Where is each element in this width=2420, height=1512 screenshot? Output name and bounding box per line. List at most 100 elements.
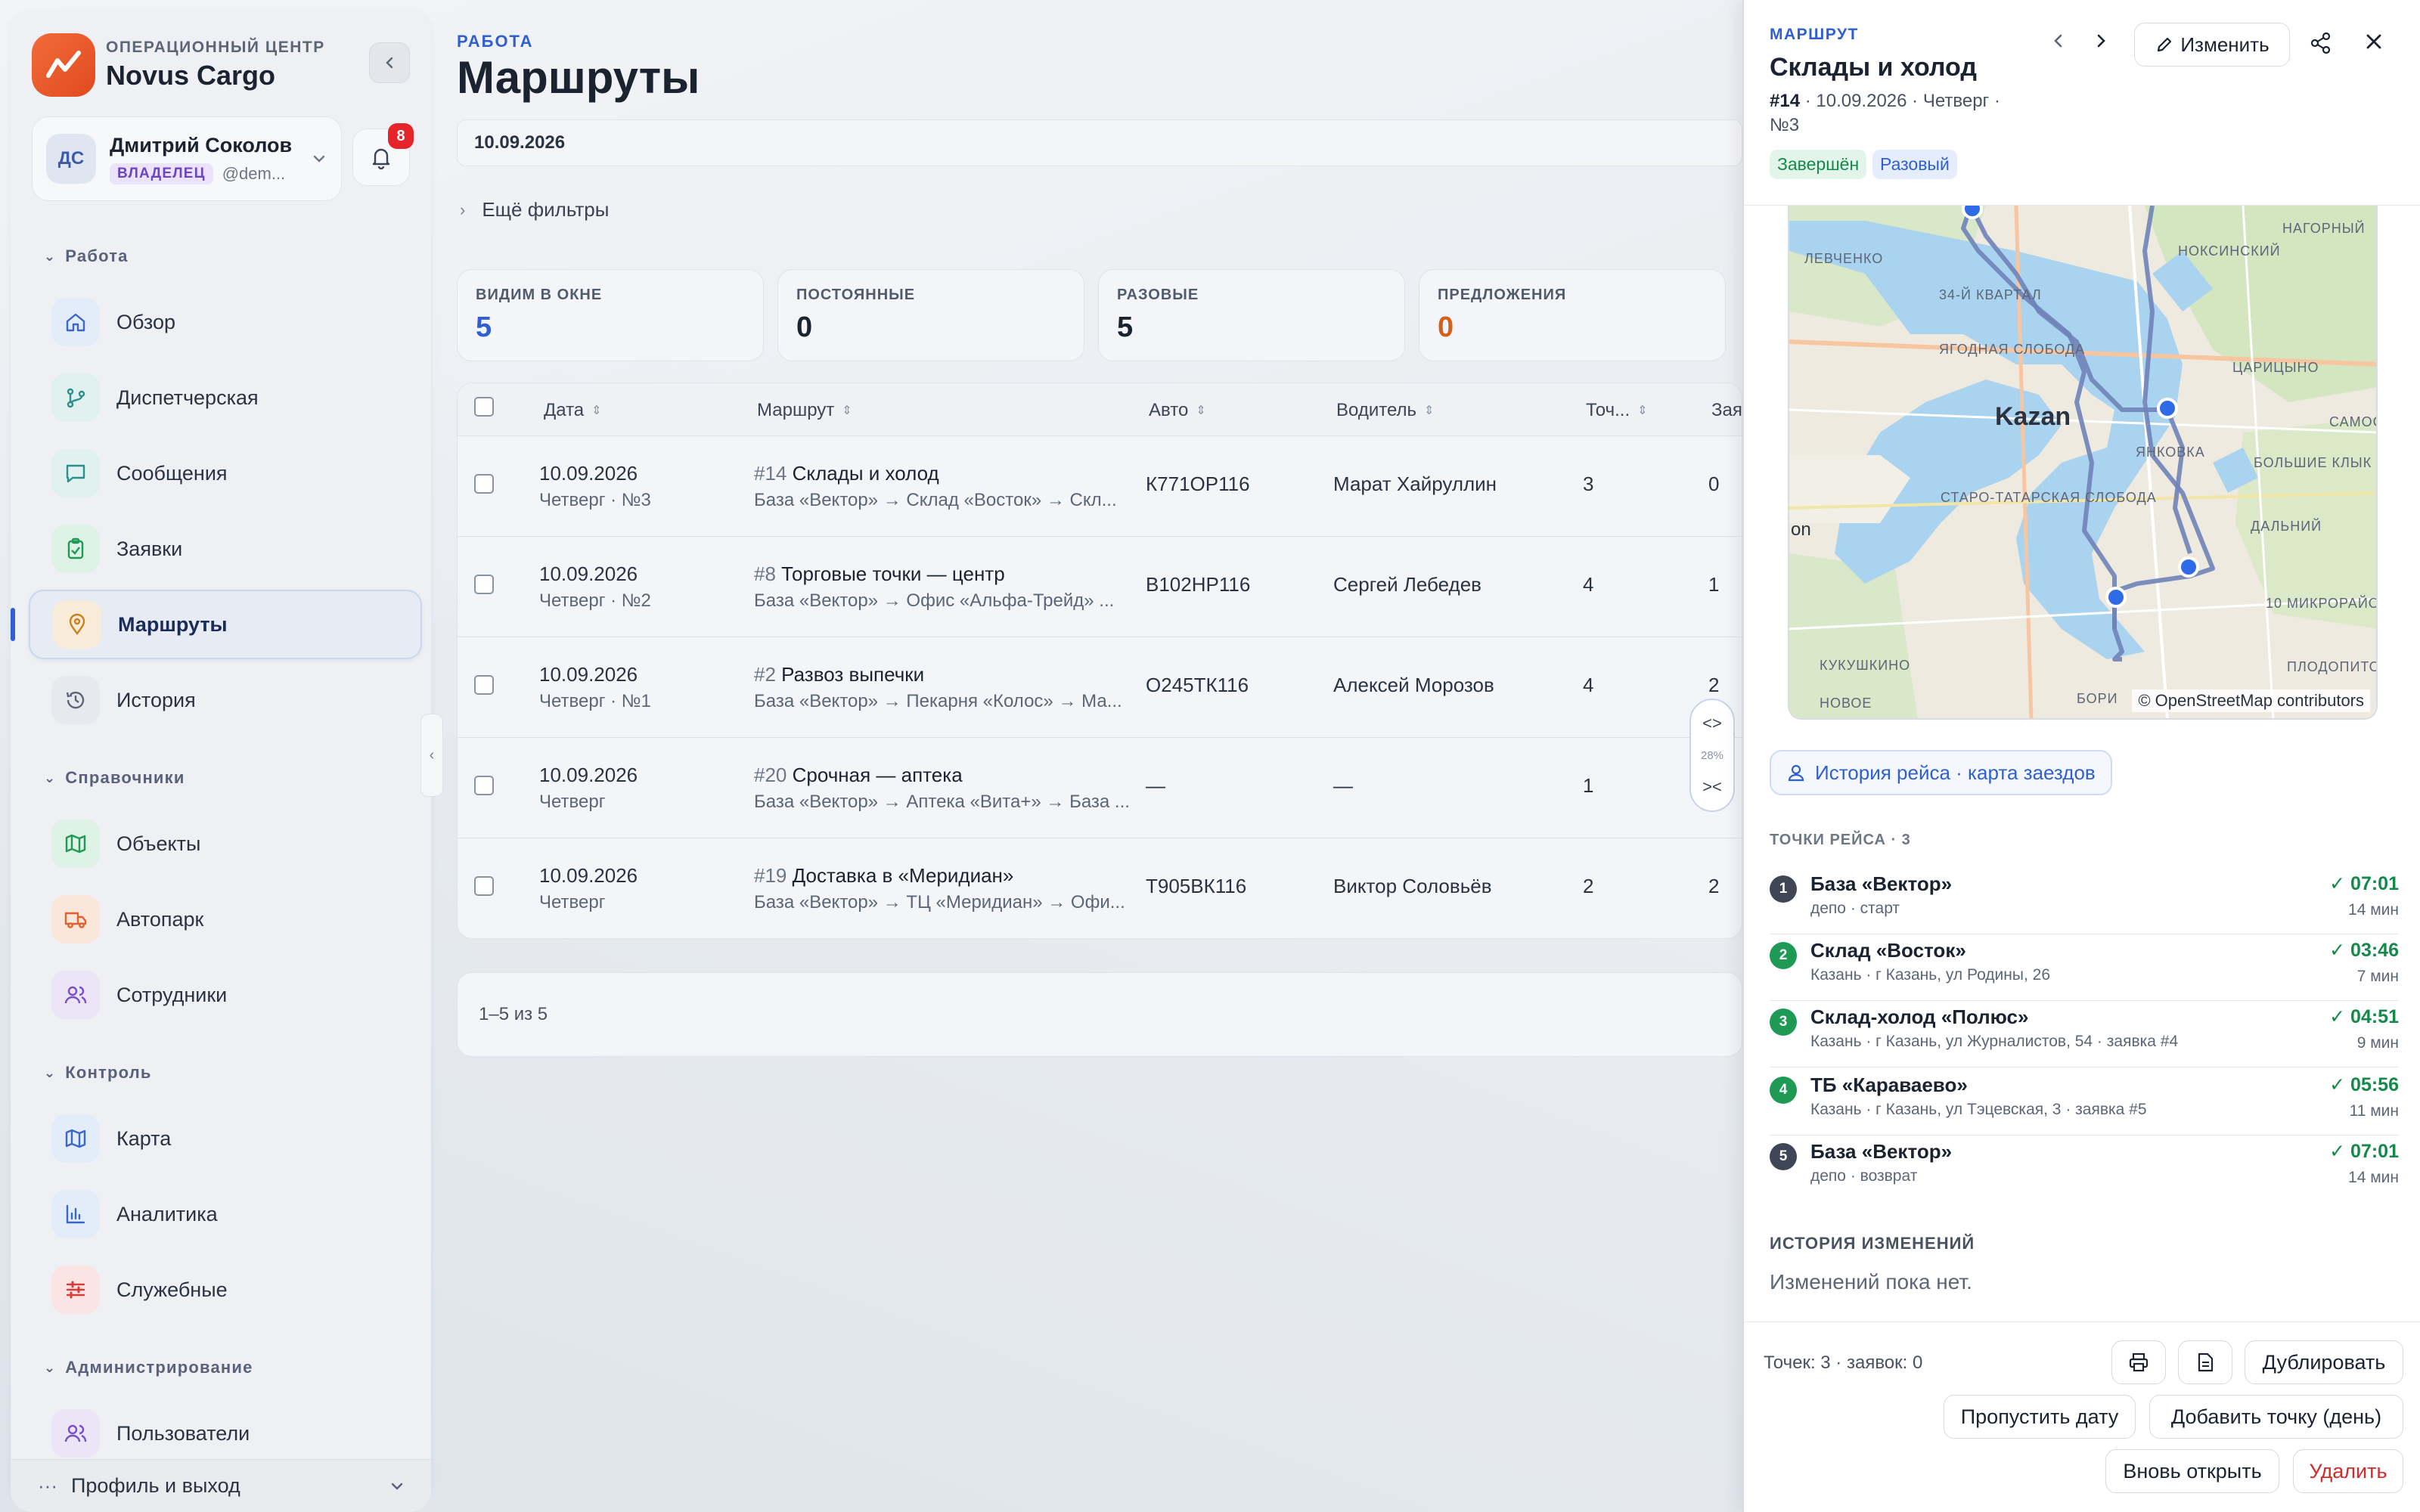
column-route[interactable]: Маршрут ⇕ (757, 400, 852, 421)
row-driver: Алексей Морозов (1333, 674, 1494, 696)
role-badge: ВЛАДЕЛЕЦ (110, 163, 213, 184)
row-orders: 1 (1708, 573, 1720, 596)
column-points[interactable]: Точ... ⇕ (1586, 400, 1648, 421)
route-name: Торговые точки — центр (781, 562, 1005, 585)
chevron-down-icon (313, 155, 325, 163)
close-icon[interactable] (2361, 29, 2387, 54)
pencil-icon (2158, 37, 2172, 52)
collapse-sidebar-button[interactable] (369, 42, 410, 83)
table-row[interactable]: 10.09.2026 Четверг · №1 #2 Развоз выпечки… (458, 637, 1742, 738)
sidebar-item-routes[interactable]: Маршруты (29, 590, 422, 659)
print-button[interactable] (2111, 1340, 2166, 1384)
next-route-button[interactable] (2090, 30, 2111, 51)
row-checkbox[interactable] (474, 776, 494, 795)
svg-text:34-Й КВАРТАЛ: 34-Й КВАРТАЛ (1939, 287, 2042, 302)
prev-route-button[interactable] (2048, 30, 2069, 51)
select-all-checkbox[interactable] (474, 397, 494, 417)
svg-text:САМОС: САМОС (2329, 414, 2378, 429)
brand-name: Novus Cargo (106, 60, 276, 91)
map-canvas[interactable]: Kazan ЛЕВЧЕНКО 34-Й КВАРТАЛ ЯГОДНАЯ СЛОБ… (1789, 206, 2378, 720)
sidebar-item-service[interactable]: Служебные (29, 1255, 422, 1325)
avatar: ДС (46, 134, 96, 184)
expand-icon[interactable]: <> (1702, 714, 1722, 733)
bell-icon (372, 148, 390, 170)
duplicate-button[interactable]: Дублировать (2245, 1340, 2403, 1384)
delete-button[interactable]: Удалить (2293, 1449, 2403, 1493)
stop-item[interactable]: 5 База «Вектор» депо · возврат ✓ 07:01 1… (1770, 1136, 2399, 1202)
status-badge: Завершён (1770, 150, 1867, 179)
map-attribution[interactable]: © OpenStreetMap contributors (2132, 689, 2370, 712)
user-menu[interactable]: ДС Дмитрий Соколов ВЛАДЕЛЕЦ @dem... (32, 116, 342, 201)
row-car: К771ОР116 (1146, 472, 1250, 495)
add-point-button[interactable]: Добавить точку (день) (2149, 1395, 2403, 1439)
brand: ОПЕРАЦИОННЫЙ ЦЕНТР Novus Cargo (32, 33, 325, 97)
column-driver[interactable]: Водитель ⇕ (1336, 400, 1434, 421)
share-icon[interactable] (2308, 30, 2334, 56)
column-orders[interactable]: Зая (1711, 400, 1742, 421)
row-driver: — (1333, 774, 1353, 797)
notifications-button[interactable]: 8 (352, 123, 414, 186)
route-name: Склады и холод (792, 462, 939, 485)
date-filter-input[interactable]: 10.09.2026 (457, 119, 1742, 166)
svg-text:ЯГОДНАЯ СЛОБОДА: ЯГОДНАЯ СЛОБОДА (1939, 342, 2085, 357)
more-filters-toggle[interactable]: › Ещё фильтры (460, 198, 609, 222)
table-width-control[interactable]: <> 28% >< (1689, 699, 1735, 812)
table-row[interactable]: 10.09.2026 Четверг #20 Срочная — аптека Ба… (458, 738, 1742, 838)
sidebar-item-staff[interactable]: Сотрудники (29, 960, 422, 1030)
chevron-right-icon: › (460, 200, 466, 219)
sidebar-item-orders[interactable]: Заявки (29, 514, 422, 584)
sidebar-item-fleet[interactable]: Автопарк (29, 885, 422, 954)
sidebar-item-dispatch[interactable]: Диспетчерская (29, 363, 422, 432)
panel-header: МАРШРУТ Склады и холод #14 · 10.09.2026 … (1744, 0, 2420, 206)
nav-section-directories[interactable]: ⌄ Справочники (44, 768, 185, 788)
svg-text:НОКСИНСКИЙ: НОКСИНСКИЙ (2178, 243, 2281, 259)
route-name: Доставка в «Меридиан» (792, 864, 1014, 887)
route-name: Срочная — аптека (792, 764, 963, 786)
stop-name: ТБ «Караваево» (1810, 1074, 1968, 1096)
stop-name: База «Вектор» (1810, 1140, 1953, 1163)
page-eyebrow: РАБОТА (457, 32, 534, 51)
profile-exit-button[interactable]: ··· Профиль и выход (11, 1459, 431, 1512)
sidebar-item-analytics[interactable]: Аналитика (29, 1179, 422, 1249)
trip-history-button[interactable]: История рейса · карта заездов (1770, 750, 2112, 795)
stop-item[interactable]: 1 База «Вектор» депо · старт ✓ 07:01 14 … (1770, 868, 2399, 934)
collapse-icon[interactable]: >< (1702, 777, 1722, 797)
nav-section-control[interactable]: ⌄ Контроль (44, 1063, 152, 1083)
row-checkbox[interactable] (474, 876, 494, 896)
edit-button[interactable]: Изменить (2134, 23, 2290, 67)
nav-section-admin[interactable]: ⌄ Администрирование (44, 1358, 253, 1377)
row-points: 4 (1583, 573, 1594, 596)
route-number: #20 (754, 764, 787, 786)
row-checkbox[interactable] (474, 675, 494, 695)
table-row[interactable]: 10.09.2026 Четверг #19 Доставка в «Мериди… (458, 838, 1742, 938)
stop-item[interactable]: 3 Склад-холод «Полюс» Казань · г Казань,… (1770, 1001, 2399, 1067)
chevron-left-icon: ‹ (429, 746, 435, 764)
sidebar-item-messages[interactable]: Сообщения (29, 438, 422, 508)
route-map[interactable]: Kazan ЛЕВЧЕНКО 34-Й КВАРТАЛ ЯГОДНАЯ СЛОБ… (1788, 206, 2378, 720)
stop-item[interactable]: 2 Склад «Восток» Казань · г Казань, ул Р… (1770, 934, 2399, 1001)
document-button[interactable] (2178, 1340, 2232, 1384)
nav-section-work[interactable]: ⌄ Работа (44, 246, 129, 266)
stop-name: База «Вектор» (1810, 872, 1953, 895)
reopen-button[interactable]: Вновь открыть (2105, 1449, 2279, 1493)
column-car[interactable]: Авто ⇕ (1149, 400, 1206, 421)
row-date-sub: Четверг (539, 792, 606, 812)
sidebar-item-users[interactable]: Пользователи (29, 1399, 422, 1468)
row-checkbox[interactable] (474, 474, 494, 494)
stop-item[interactable]: 4 ТБ «Караваево» Казань · г Казань, ул Т… (1770, 1069, 2399, 1136)
stop-number: 5 (1770, 1143, 1797, 1170)
column-date[interactable]: Дата ⇕ (544, 400, 602, 421)
sidebar-item-map[interactable]: Карта (29, 1104, 422, 1173)
chevron-down-icon (391, 1483, 403, 1490)
svg-text:ДАЛЬНИЙ: ДАЛЬНИЙ (2251, 518, 2322, 534)
changes-empty-text: Изменений пока нет. (1770, 1270, 1972, 1294)
sidebar-item-history[interactable]: История (29, 665, 422, 735)
row-date-sub: Четверг (539, 892, 606, 912)
sidebar-resize-handle[interactable]: ‹ (420, 714, 443, 797)
sidebar-item-objects[interactable]: Объекты (29, 809, 422, 878)
skip-date-button[interactable]: Пропустить дату (1944, 1395, 2136, 1439)
sidebar-item-overview[interactable]: Обзор (29, 287, 422, 357)
table-row[interactable]: 10.09.2026 Четверг · №3 #14 Склады и холо… (458, 436, 1742, 537)
row-checkbox[interactable] (474, 575, 494, 594)
table-row[interactable]: 10.09.2026 Четверг · №2 #8 Торговые точки… (458, 537, 1742, 637)
